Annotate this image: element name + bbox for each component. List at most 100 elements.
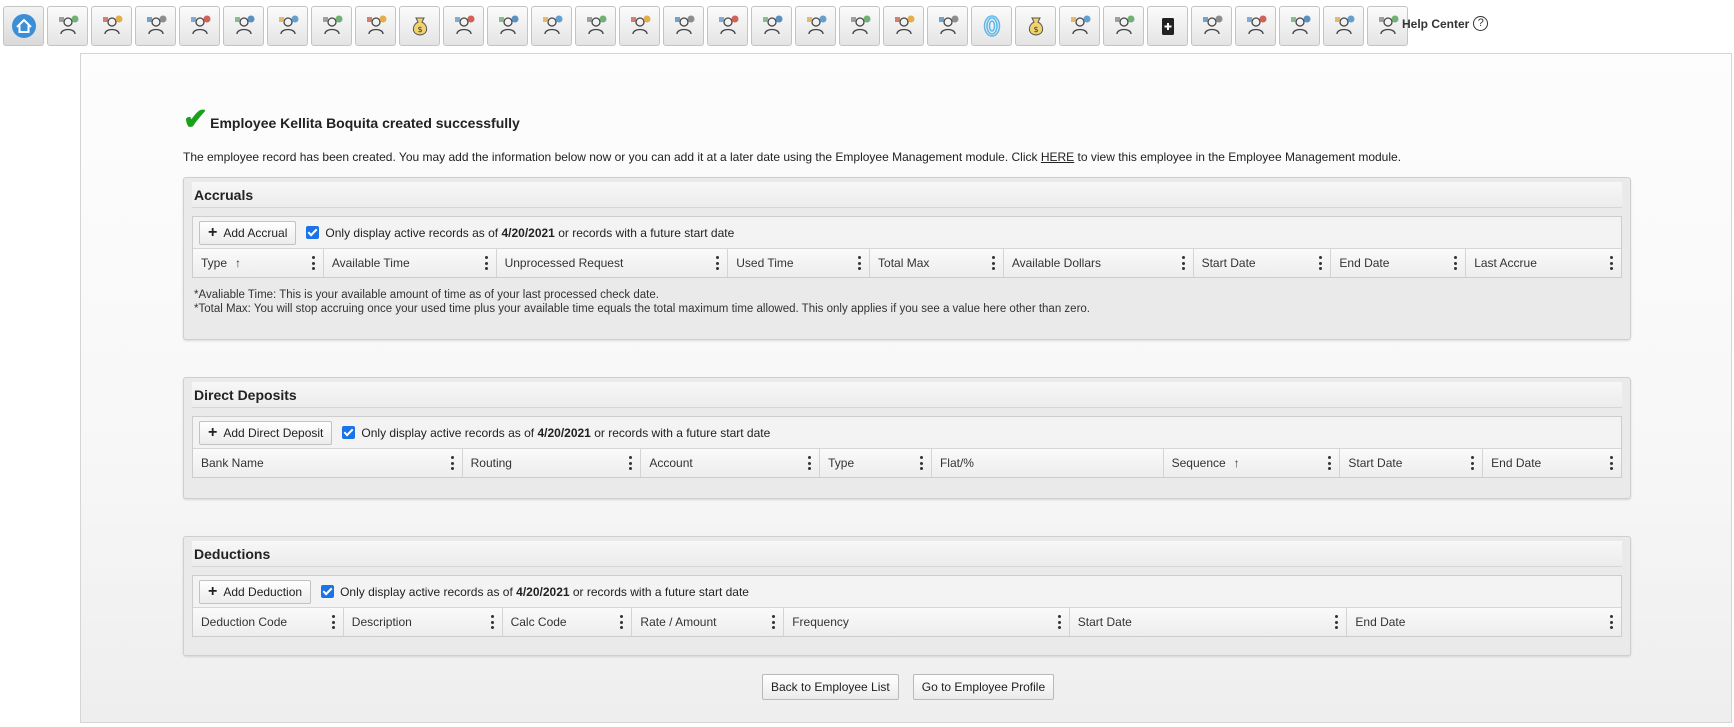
column-menu-icon[interactable] [331, 615, 335, 629]
column-menu-icon[interactable] [484, 256, 488, 270]
add-accrual-button[interactable]: + Add Accrual [199, 220, 297, 245]
deductions-column-rate-amount[interactable]: Rate / Amount [632, 608, 785, 636]
back-to-employee-list-button[interactable]: Back to Employee List [762, 674, 899, 700]
toolbar-button-shield-person[interactable] [1191, 6, 1232, 46]
accruals-column-total-max[interactable]: Total Max [870, 249, 1004, 277]
toolbar-button-document[interactable] [1323, 6, 1364, 46]
deposits-column-type[interactable]: Type [820, 449, 932, 477]
deposits-column-account[interactable]: Account [641, 449, 821, 477]
accruals-column-used-time[interactable]: Used Time [728, 249, 871, 277]
deposits-filter-label: Only display active records as of 4/20/2… [361, 425, 771, 440]
plus-icon: + [208, 223, 218, 241]
column-header-label: Description [351, 615, 412, 629]
column-header-label: Routing [470, 456, 512, 470]
column-menu-icon[interactable] [1609, 256, 1613, 270]
column-header-label: Account [649, 456, 693, 470]
deductions-active-filter-checkbox[interactable] [321, 585, 335, 598]
toolbar-button-award-person[interactable] [795, 6, 836, 46]
column-menu-icon[interactable] [1335, 615, 1339, 629]
accruals-column-type[interactable]: Type ↑ [193, 249, 324, 277]
toolbar-button-person-x[interactable] [927, 6, 968, 46]
accruals-column-available-dollars[interactable]: Available Dollars [1004, 249, 1194, 277]
add-deduction-button[interactable]: + Add Deduction [199, 579, 312, 604]
shield-person-icon [758, 12, 786, 40]
column-menu-icon[interactable] [808, 456, 812, 470]
toolbar-button-idea-person[interactable] [707, 6, 748, 46]
deductions-column-frequency[interactable]: Frequency [784, 608, 1070, 636]
deposits-column-sequence[interactable]: Sequence ↑ [1164, 449, 1341, 477]
toolbar-button-org-chart[interactable] [223, 6, 264, 46]
column-menu-icon[interactable] [1057, 615, 1061, 629]
toolbar-button-target-cycle[interactable] [619, 6, 660, 46]
add-direct-deposit-button[interactable]: + Add Direct Deposit [199, 420, 333, 445]
deposits-column-start-date[interactable]: Start Date [1340, 449, 1484, 477]
column-menu-icon[interactable] [1609, 456, 1613, 470]
toolbar-button-fingerprint[interactable] [971, 6, 1012, 46]
deposits-column-bank-name[interactable]: Bank Name [193, 449, 463, 477]
accruals-column-unprocessed-request[interactable]: Unprocessed Request [497, 249, 729, 277]
toolbar-button-transfer-arrows[interactable] [839, 6, 880, 46]
deductions-column-description[interactable]: Description [344, 608, 503, 636]
toolbar-button-target-cycle[interactable] [487, 6, 528, 46]
column-menu-icon[interactable] [716, 256, 720, 270]
deposits-column-routing[interactable]: Routing [463, 449, 642, 477]
column-menu-icon[interactable] [490, 615, 494, 629]
toolbar-button-home[interactable] [3, 6, 44, 46]
toolbar-button-growth-chart[interactable] [575, 6, 616, 46]
toolbar-button-hand-money[interactable] [883, 6, 924, 46]
deposits-column-flat[interactable]: Flat/% [932, 449, 1164, 477]
accruals-active-filter-checkbox[interactable] [306, 226, 320, 239]
toolbar-button-transfer-arrows[interactable] [663, 6, 704, 46]
column-menu-icon[interactable] [772, 615, 776, 629]
column-menu-icon[interactable] [450, 456, 454, 470]
toolbar-button-target-cycle[interactable] [355, 6, 396, 46]
column-header-label: Type [828, 456, 855, 470]
toolbar-button-hand-money[interactable] [1235, 6, 1276, 46]
toolbar-button-money-bag[interactable]: $ [399, 6, 440, 46]
toolbar-button-target-cycle[interactable] [531, 6, 572, 46]
toolbar-button-growth-chart[interactable] [311, 6, 352, 46]
help-center-label: Help Center [1402, 16, 1470, 31]
toolbar-button-person-badge[interactable] [47, 6, 88, 46]
column-menu-icon[interactable] [919, 456, 923, 470]
accruals-column-end-date[interactable]: End Date [1331, 249, 1467, 277]
accruals-column-last-accrue[interactable]: Last Accrue [1466, 249, 1621, 277]
toolbar-button-document-edit[interactable] [267, 6, 308, 46]
toolbar-button-clipboard-plus[interactable] [1147, 6, 1188, 46]
toolbar-button-shield-person[interactable] [751, 6, 792, 46]
here-link[interactable]: HERE [1041, 150, 1074, 164]
toolbar-button-person-gears[interactable] [91, 6, 132, 46]
toolbar-button-money-bag[interactable]: $ [1015, 6, 1056, 46]
toolbar-button-people-coins[interactable] [1103, 6, 1144, 46]
toolbar-button-person-search[interactable] [443, 6, 484, 46]
accruals-column-start-date[interactable]: Start Date [1194, 249, 1332, 277]
column-menu-icon[interactable] [858, 256, 862, 270]
column-menu-icon[interactable] [311, 256, 315, 270]
column-menu-icon[interactable] [1454, 256, 1458, 270]
column-menu-icon[interactable] [629, 456, 633, 470]
footer-buttons: Back to Employee List Go to Employee Pro… [762, 674, 1068, 700]
deposits-column-end-date[interactable]: End Date [1483, 449, 1621, 477]
deductions-column-deduction-code[interactable]: Deduction Code [193, 608, 344, 636]
direct-deposits-section: Direct Deposits + Add Direct Deposit Onl… [183, 377, 1631, 499]
toolbar-button-gift[interactable] [1279, 6, 1320, 46]
toolbar-button-idea-person[interactable] [1059, 6, 1100, 46]
column-menu-icon[interactable] [1319, 256, 1323, 270]
go-to-employee-profile-button[interactable]: Go to Employee Profile [912, 674, 1055, 700]
column-menu-icon[interactable] [620, 615, 624, 629]
column-menu-icon[interactable] [1328, 456, 1332, 470]
deductions-column-calc-code[interactable]: Calc Code [503, 608, 633, 636]
column-menu-icon[interactable] [1471, 456, 1475, 470]
column-menu-icon[interactable] [1181, 256, 1185, 270]
column-menu-icon[interactable] [1610, 615, 1614, 629]
deposits-active-filter-checkbox[interactable] [342, 426, 356, 439]
deductions-column-start-date[interactable]: Start Date [1070, 608, 1348, 636]
column-menu-icon[interactable] [991, 256, 995, 270]
column-header-label: End Date [1355, 615, 1406, 629]
accruals-column-available-time[interactable]: Available Time [324, 249, 497, 277]
toolbar-button-team[interactable] [179, 6, 220, 46]
direct-deposits-grid-toolbar: + Add Direct Deposit Only display active… [193, 417, 1621, 449]
deductions-column-end-date[interactable]: End Date [1347, 608, 1621, 636]
help-center-link[interactable]: Help Center ? [1402, 16, 1489, 31]
toolbar-button-presentation[interactable] [135, 6, 176, 46]
